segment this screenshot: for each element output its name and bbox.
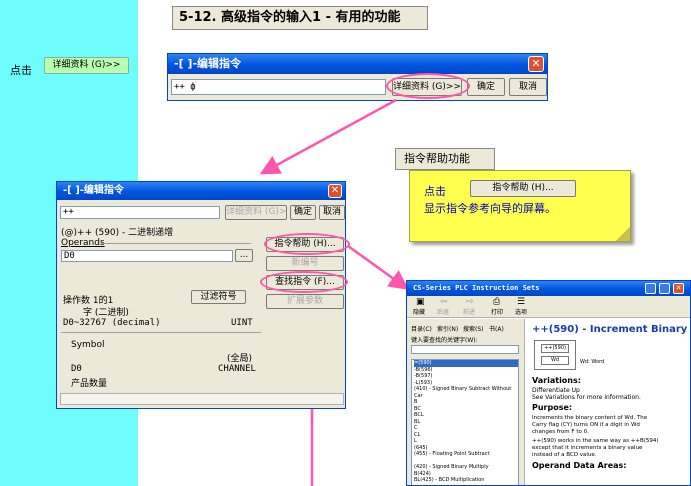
operand-areas-heading: Operand Data Areas: — [532, 461, 627, 470]
close-icon[interactable]: ✕ — [328, 184, 342, 198]
help-content-pane: ++(590) - Increment Binary ++(590) Wd Wd… — [526, 319, 690, 485]
operand-input[interactable]: D0 — [61, 250, 233, 262]
diagram-legend: Wd: Word — [580, 359, 605, 365]
variations-heading: Variations: — [532, 376, 581, 385]
toolbar-options[interactable]: 选项 — [515, 307, 527, 316]
operand-range: D0~32767 (decimal) — [63, 318, 161, 328]
minimize-icon[interactable] — [645, 283, 656, 294]
help-left-pane: 目录(C) 索引(N) 搜索(S) 书(A) 键入要查找的关键字(W): =(5… — [407, 319, 525, 485]
new-number-button[interactable]: 新编号 — [266, 256, 344, 271]
symbol-address: D0 — [71, 364, 82, 374]
instruction-input[interactable]: ++ — [60, 206, 220, 219]
arrow-to-big-dialog — [259, 98, 397, 175]
tab-contents[interactable]: 目录(C) — [411, 324, 432, 333]
data-type-uint: UINT — [231, 318, 253, 328]
keyword-label: 键入要查找的关键字(W): — [411, 337, 478, 344]
list-item[interactable]: BL(425) - BCD Multiplication — [414, 477, 518, 484]
print-icon: ⎙ — [493, 297, 501, 307]
global-label: (全局) — [227, 354, 253, 364]
symbol-divider — [61, 332, 261, 333]
help-window: CS-Series PLC Instruction Sets ✕ 隐藏 后退 前… — [406, 280, 691, 486]
tab-index[interactable]: 索引(N) — [437, 324, 458, 333]
detail-button[interactable]: 详细资料 (G)>> — [225, 205, 287, 220]
ok-button[interactable]: 确定 — [290, 205, 316, 220]
instruction-description: (@)++ (590) - 二进制递增 — [61, 228, 174, 238]
edit-instruction-dialog-big: -[ ]-编辑指令 ✕ ++ 详细资料 (G)>> 确定 取消 (@)++ (5… — [56, 181, 346, 409]
status-bar — [60, 393, 344, 405]
toolbar-forward[interactable]: 前进 — [463, 307, 475, 316]
symbol-label: Symbol — [71, 340, 105, 350]
toolbar-print[interactable]: 打印 — [491, 307, 503, 316]
ladder-diagram: ++(590) Wd — [534, 340, 576, 370]
purpose-line: changes from F to 0. — [532, 429, 589, 435]
extended-params-button[interactable]: 扩展参数 — [266, 294, 344, 309]
list-item[interactable]: (410) - Signed Binary Subtract Without C… — [414, 386, 518, 399]
purpose-line: except that it increments a binary value — [532, 445, 643, 451]
toolbar-back[interactable]: 后退 — [437, 307, 449, 316]
operands-label: Operands — [61, 238, 105, 248]
forward-icon: ⇨ — [466, 297, 474, 307]
purpose-line: instead of a BCD value. — [532, 452, 597, 458]
tab-book[interactable]: 书(A) — [489, 324, 504, 333]
dialog-big-title: -[ ]-编辑指令 — [57, 182, 345, 200]
index-list[interactable]: =(590) -B(596) -B(597) -L(593) (410) - S… — [411, 359, 519, 485]
variations-line1: Differentiate Up — [532, 387, 580, 394]
arrow-to-help-window — [347, 244, 410, 290]
toolbar-hide[interactable]: 隐藏 — [413, 307, 425, 316]
symbol-type: CHANNEL — [218, 364, 256, 374]
browse-button[interactable]: ... — [235, 249, 253, 262]
diagram-operand: Wd — [541, 356, 569, 365]
highlight-oval-help — [264, 233, 350, 255]
operands-divider — [101, 243, 251, 244]
purpose-line: Increments the binary content of Wd. The — [532, 415, 648, 421]
cancel-button[interactable]: 取消 — [319, 205, 345, 220]
keyword-input[interactable] — [411, 345, 519, 354]
purpose-heading: Purpose: — [532, 403, 573, 412]
variations-line2: See Variations for more information. — [532, 394, 641, 401]
tab-search[interactable]: 搜索(S) — [463, 324, 484, 333]
help-heading: ++(590) - Increment Binary — [532, 324, 688, 335]
hide-icon: ▣ — [416, 297, 425, 307]
maximize-icon[interactable] — [659, 283, 670, 294]
options-icon: ☰ — [517, 297, 526, 307]
word-type: 字 (二进制) — [83, 308, 129, 318]
filter-symbols-button[interactable]: 过滤符号 — [191, 290, 246, 304]
symbol-comment: 产品数量 — [71, 379, 108, 389]
help-toolbar: 隐藏 后退 前进 打印 选项 ▣ ⇦ ⇨ ⎙ ☰ — [407, 296, 690, 318]
purpose-line: Carry flag (CY) turns ON if a digit in W… — [532, 422, 640, 428]
highlight-oval-find — [260, 271, 348, 293]
back-icon: ⇦ — [440, 297, 448, 307]
close-icon[interactable]: ✕ — [673, 283, 684, 294]
diagram-instruction: ++(590) — [541, 344, 569, 353]
purpose-line: ++(590) works in the same way as ++B(594… — [532, 438, 659, 444]
